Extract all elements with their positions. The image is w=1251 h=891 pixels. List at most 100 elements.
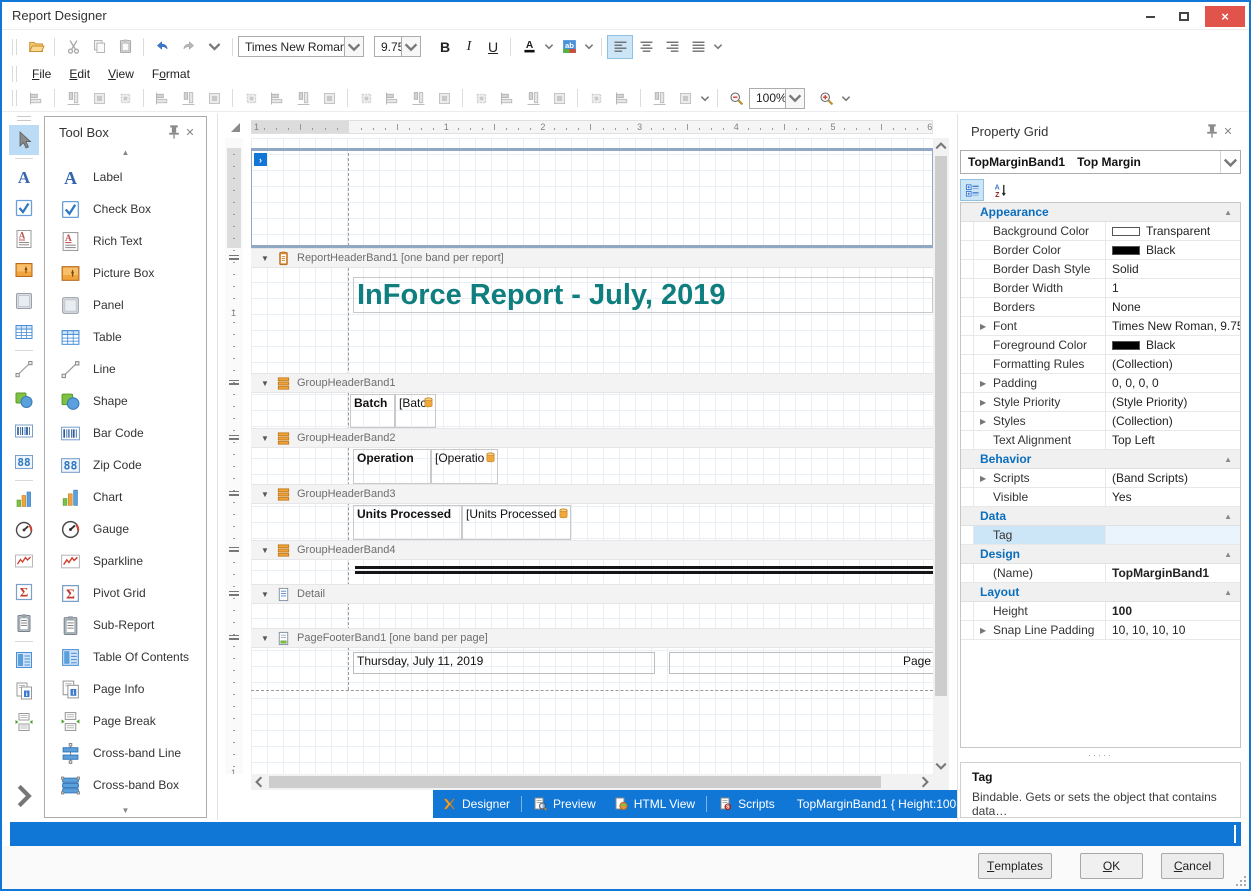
bold-button[interactable]: B [433, 35, 457, 59]
selected-object-combo[interactable]: TopMarginBand1Top Margin [960, 150, 1241, 174]
band-strip-reportheaderband1[interactable]: ▼ReportHeaderBand1 [one band per report] [251, 248, 933, 268]
toolbox-item-page-break[interactable]: Page Break [45, 705, 206, 737]
band-strip-groupheaderband2[interactable]: ▼GroupHeaderBand2 [251, 428, 933, 448]
strip-bar-code-icon[interactable] [9, 416, 39, 446]
make-same-width-icon[interactable] [238, 86, 264, 110]
categorized-view-icon[interactable] [960, 179, 984, 201]
band-resize-handle[interactable] [229, 491, 239, 496]
band-strip-groupheaderband3[interactable]: ▼GroupHeaderBand3 [251, 484, 933, 504]
templates-button[interactable]: Templates [978, 853, 1052, 879]
property-value[interactable]: 1 [1106, 279, 1240, 297]
property-row-borders[interactable]: BordersNone [961, 298, 1240, 317]
undo-dropdown-chevron-icon[interactable] [201, 35, 227, 59]
band-resize-handle[interactable] [229, 547, 239, 552]
property-row--name-[interactable]: (Name)TopMarginBand1 [961, 564, 1240, 583]
close-icon[interactable]: ✕ [1220, 123, 1236, 139]
toolbox-item-check-box[interactable]: Check Box [45, 193, 206, 225]
property-row-tag[interactable]: Tag [961, 526, 1240, 545]
align-right-edges-icon[interactable] [112, 86, 138, 110]
report-page[interactable]: › ▼ReportHeaderBand1 [one band per repor… [251, 138, 933, 774]
italic-button[interactable]: I [457, 35, 481, 59]
property-row-border-dash-style[interactable]: Border Dash StyleSolid [961, 260, 1240, 279]
band-strip-pagefooterband1[interactable]: ▼PageFooterBand1 [one band per page] [251, 628, 933, 648]
toolbox-item-page-info[interactable]: iPage Info [45, 673, 206, 705]
expand-icon[interactable]: ▶ [980, 474, 986, 483]
pin-icon[interactable] [1204, 123, 1220, 139]
property-value[interactable]: (Collection) [1106, 412, 1240, 430]
property-row-visible[interactable]: VisibleYes [961, 488, 1240, 507]
band-strip-groupheaderband4[interactable]: ▼GroupHeaderBand4 [251, 540, 933, 560]
align-chevron-icon[interactable] [711, 35, 725, 59]
collapse-icon[interactable]: ▼ [261, 490, 271, 499]
menu-format[interactable]: Format [143, 64, 199, 84]
toolbox-item-chart[interactable]: Chart [45, 481, 206, 513]
zoom-combo[interactable]: 100% [749, 88, 805, 109]
top-margin-band[interactable]: › [251, 148, 933, 248]
tab-scripts[interactable]: SScripts [709, 790, 784, 818]
band-resize-handle[interactable] [229, 380, 239, 385]
toolbox-scroll-down-icon[interactable]: ▼ [45, 806, 206, 815]
property-value[interactable]: (Band Scripts) [1106, 469, 1240, 487]
collapse-icon[interactable]: ▼ [261, 254, 271, 263]
cut-icon[interactable] [60, 35, 86, 59]
property-value[interactable]: Black [1106, 241, 1240, 259]
toolbox-item-table-of-contents[interactable]: Table Of Contents [45, 641, 206, 673]
property-value[interactable]: (Style Priority) [1106, 393, 1240, 411]
vertical-scroll-thumb[interactable] [935, 156, 947, 696]
operation-caption-cell[interactable]: Operation [353, 449, 431, 484]
expand-icon[interactable]: ▶ [980, 398, 986, 407]
strip-table-of-contents-icon[interactable] [9, 645, 39, 675]
property-value[interactable]: TopMarginBand1 [1106, 564, 1240, 582]
zoom-chevron-icon[interactable] [839, 86, 853, 110]
zoom-out-icon[interactable] [723, 86, 749, 110]
expand-icon[interactable]: ▶ [980, 322, 986, 331]
pin-icon[interactable] [166, 124, 182, 140]
tab-designer[interactable]: Designer [433, 790, 519, 818]
collapse-icon[interactable]: ▼ [261, 590, 271, 599]
toolbox-item-label[interactable]: ALabel [45, 161, 206, 193]
bring-to-front-icon[interactable] [646, 86, 672, 110]
scroll-left-icon[interactable] [251, 774, 267, 790]
align-horizontal-centers-icon[interactable] [86, 86, 112, 110]
increase-vertical-spacing-icon[interactable] [494, 86, 520, 110]
toolbox-item-bar-code[interactable]: Bar Code [45, 417, 206, 449]
band-resize-handle[interactable] [229, 435, 239, 440]
align-left-edges-icon[interactable] [60, 86, 86, 110]
ruler-corner[interactable] [225, 120, 243, 134]
align-vertical-centers-icon[interactable] [175, 86, 201, 110]
strip-sub-report-icon[interactable] [9, 608, 39, 638]
underline-button[interactable]: U [481, 35, 505, 59]
strip-line-icon[interactable] [9, 354, 39, 384]
strip-panel-icon[interactable] [9, 286, 39, 316]
property-value[interactable]: 0, 0, 0, 0 [1106, 374, 1240, 392]
font-color-chevron-icon[interactable] [542, 35, 556, 59]
property-value[interactable]: Yes [1106, 488, 1240, 506]
align-left-button[interactable] [607, 35, 633, 59]
make-same-height-icon[interactable] [290, 86, 316, 110]
strip-gauge-icon[interactable] [9, 515, 39, 545]
property-value[interactable]: Black [1106, 336, 1240, 354]
collapse-icon[interactable]: ▼ [261, 379, 271, 388]
toolbox-scroll-up-icon[interactable]: ▲ [45, 147, 206, 161]
units-field-cell[interactable]: [Units Processed [462, 505, 571, 540]
property-row-styles[interactable]: ▶Styles(Collection) [961, 412, 1240, 431]
decrease-horizontal-spacing-icon[interactable] [405, 86, 431, 110]
vertical-scrollbar[interactable] [933, 138, 949, 774]
strip-drag-handle[interactable] [17, 116, 31, 121]
decrease-vertical-spacing-icon[interactable] [520, 86, 546, 110]
footer-page-cell[interactable]: Page [669, 652, 933, 674]
remove-horizontal-spacing-icon[interactable] [431, 86, 457, 110]
chevron-down-icon[interactable] [401, 37, 420, 56]
band-strip-groupheaderband1[interactable]: ▼GroupHeaderBand1 [251, 373, 933, 393]
collapse-icon[interactable]: ▲ [1224, 588, 1240, 597]
property-value[interactable]: 100 [1106, 602, 1240, 620]
description-splitter[interactable]: ····· [960, 750, 1241, 762]
toolbox-item-table[interactable]: Table [45, 321, 206, 353]
collapse-icon[interactable]: ▲ [1224, 208, 1240, 217]
align-justify-button[interactable] [685, 35, 711, 59]
strip-label-icon[interactable]: A [9, 162, 39, 192]
toolbox-item-picture-box[interactable]: Picture Box [45, 257, 206, 289]
horizontal-scrollbar[interactable] [251, 774, 933, 790]
property-value[interactable]: (Collection) [1106, 355, 1240, 373]
expand-icon[interactable]: ▶ [980, 626, 986, 635]
